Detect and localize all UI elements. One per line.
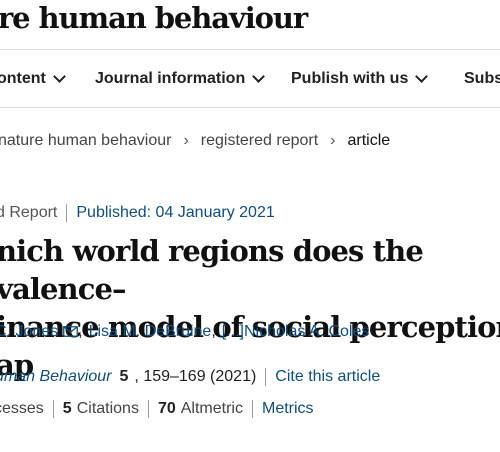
journal-logo[interactable]: re human behaviour: [0, 1, 308, 35]
chevron-down-icon: [252, 69, 266, 83]
meta-divider: [66, 204, 68, 222]
altmetric-label: Altmetric: [180, 400, 243, 417]
cite-this-article-link[interactable]: Cite this article: [275, 368, 380, 386]
journal-name-link[interactable]: uman Behaviour: [0, 368, 112, 386]
breadcrumb-current: article: [347, 132, 391, 149]
author-link[interactable]: C. Jones: [0, 323, 58, 341]
citations-label: Citations: [76, 400, 139, 417]
nav-label: Subs: [464, 70, 500, 87]
volume-number: 5: [119, 368, 129, 385]
article-meta: d Report Published: 04 January 2021: [0, 204, 275, 222]
author-expand-link[interactable]: [...]Nicholas A. Coles: [222, 323, 370, 341]
metrics-line: cesses 5 Citations 70 Altmetric Metrics: [0, 400, 314, 418]
article-page: re human behaviour ontent Journal inform…: [0, 0, 500, 452]
breadcrumb: nature human behaviour › registered repo…: [0, 132, 390, 150]
nav-divider: [0, 107, 500, 108]
header-divider: [0, 49, 500, 50]
author-list: C. Jones , Lisa M. DeBruine , [...]Nicho…: [0, 323, 369, 341]
citation-divider: [265, 368, 267, 386]
nav-journal-information[interactable]: Journal information: [95, 69, 266, 88]
published-date: Published: 04 January 2021: [76, 204, 275, 221]
pages-year: , 159–169 (2021): [134, 368, 257, 385]
breadcrumb-separator-icon: ›: [183, 132, 189, 149]
metrics-divider: [147, 400, 149, 418]
nav-publish-with-us[interactable]: Publish with us: [291, 69, 429, 88]
article-title-line-1: nich world regions does the valence–: [0, 234, 424, 306]
nav-explore-content[interactable]: ontent: [0, 69, 66, 88]
metrics-link[interactable]: Metrics: [262, 400, 314, 418]
metrics-divider: [251, 400, 253, 418]
article-type: d Report: [0, 204, 58, 221]
altmetric-count: 70: [157, 400, 176, 417]
author-separator: ,: [211, 323, 216, 340]
mail-icon[interactable]: [63, 325, 79, 337]
chevron-down-icon: [53, 69, 66, 83]
nav-label: ontent: [0, 70, 46, 87]
breadcrumb-journal[interactable]: nature human behaviour: [0, 132, 171, 150]
accesses-label: cesses: [0, 400, 44, 417]
nav-label: Journal information: [95, 70, 246, 87]
citation-line: uman Behaviour 5 , 159–169 (2021) Cite t…: [0, 368, 380, 386]
nav-subscribe[interactable]: Subs: [464, 70, 500, 88]
metrics-divider: [52, 400, 54, 418]
breadcrumb-separator-icon: ›: [330, 132, 336, 149]
author-separator: ,: [78, 323, 83, 340]
breadcrumb-registered-report[interactable]: registered report: [201, 132, 318, 150]
article-title: nich world regions does the valence– ina…: [0, 232, 500, 384]
citations-count: 5: [62, 400, 72, 417]
author-link[interactable]: Lisa M. DeBruine: [89, 323, 212, 341]
nav-label: Publish with us: [291, 70, 409, 87]
chevron-down-icon: [415, 69, 429, 83]
